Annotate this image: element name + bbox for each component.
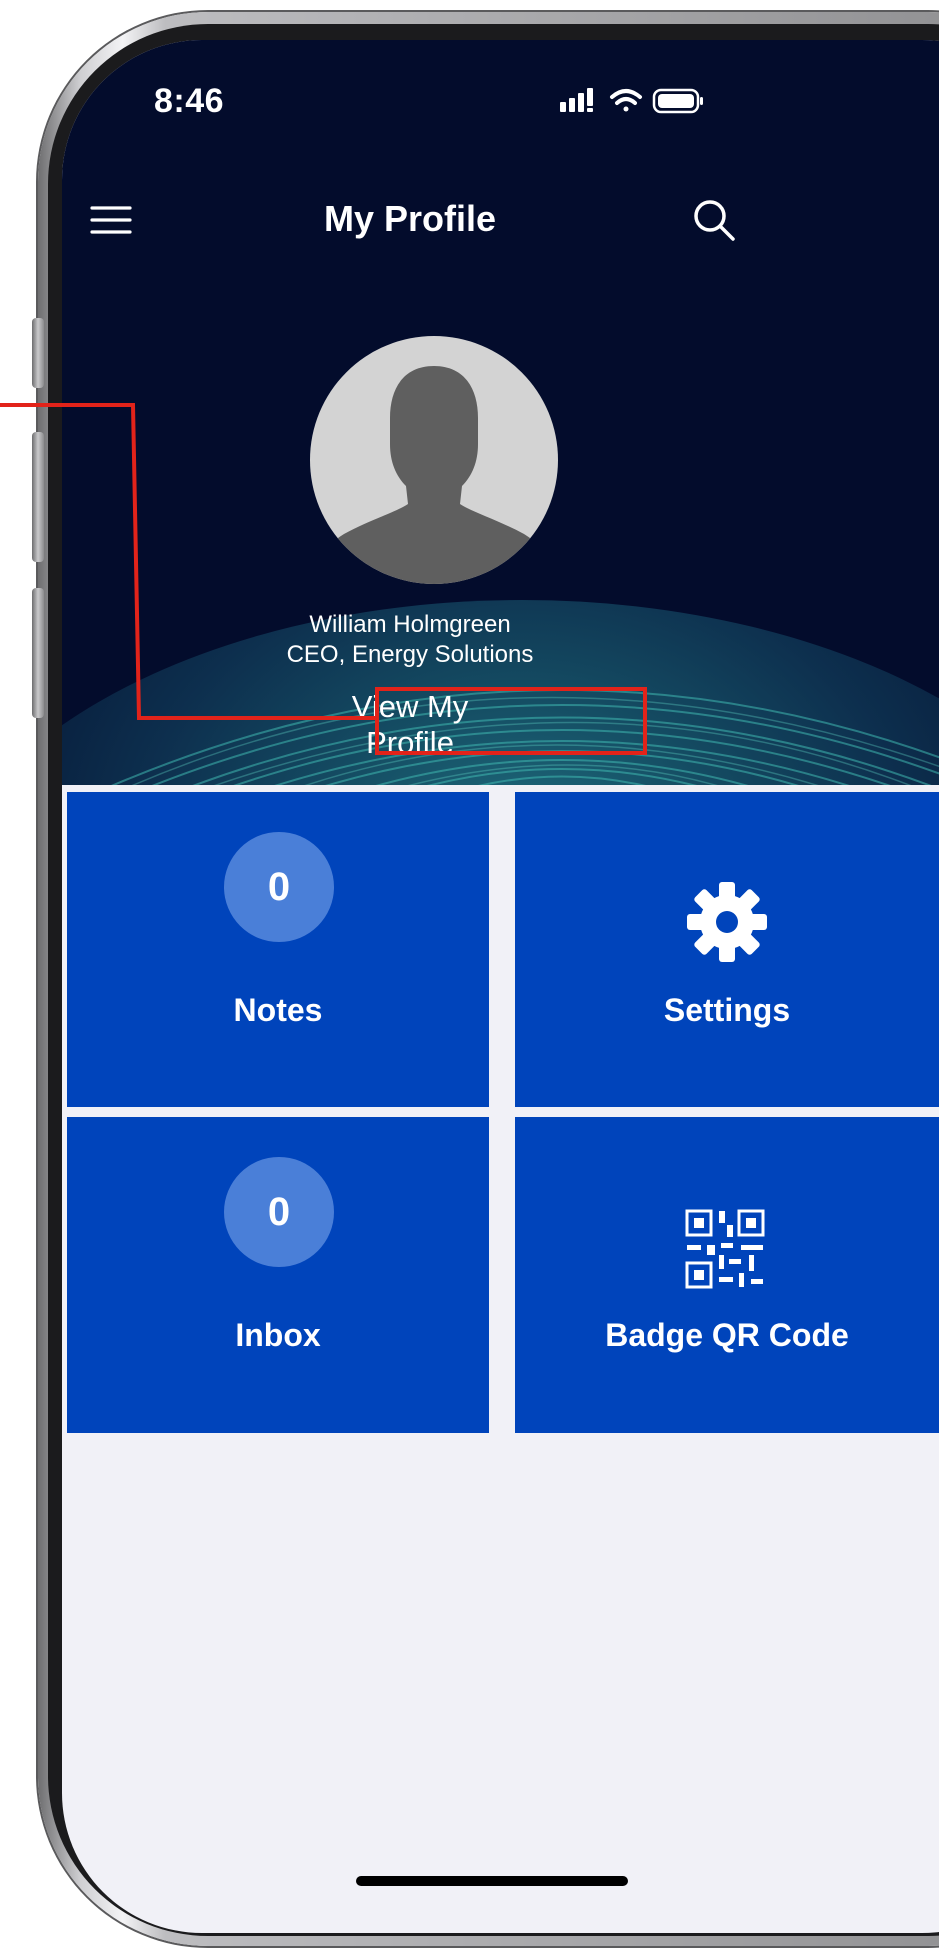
avatar[interactable] [310,336,558,584]
wifi-icon [610,89,642,112]
inbox-count-badge: 0 [224,1157,334,1267]
user-job-title: CEO, Energy Solutions [286,641,534,668]
person-silhouette-icon [312,366,556,584]
battery-icon [652,88,703,114]
badge-qr-code-tile[interactable]: Badge QR Code [515,1117,939,1433]
qr-code-icon [685,1209,765,1289]
notes-tile[interactable]: 0 Notes [67,792,489,1107]
status-icons [560,88,703,114]
gear-icon [687,882,767,962]
volume-up-button [32,432,44,562]
badge-qr-code-label: Badge QR Code [605,1317,849,1353]
home-indicator[interactable] [356,1876,628,1886]
page: 8:46 My Profile William Holmgreen CEO, E… [0,0,939,1949]
mute-switch [32,318,44,388]
settings-tile[interactable]: Settings [515,792,939,1107]
cellular-signal-icon [560,88,593,112]
status-time: 8:46 [154,82,225,120]
search-icon[interactable] [690,196,738,244]
page-title: My Profile [323,198,497,239]
inbox-label: Inbox [235,1317,321,1353]
settings-label: Settings [663,992,791,1028]
inbox-tile[interactable]: 0 Inbox [67,1117,489,1433]
user-name: William Holmgreen [309,611,511,638]
notes-label: Notes [233,992,323,1028]
view-my-profile-link[interactable]: View My Profile [310,689,510,761]
phone-screen: 8:46 My Profile William Holmgreen CEO, E… [62,40,939,1933]
profile-header: 8:46 My Profile William Holmgreen CEO, E… [62,40,939,785]
notes-count-badge: 0 [224,832,334,942]
volume-down-button [32,588,44,718]
